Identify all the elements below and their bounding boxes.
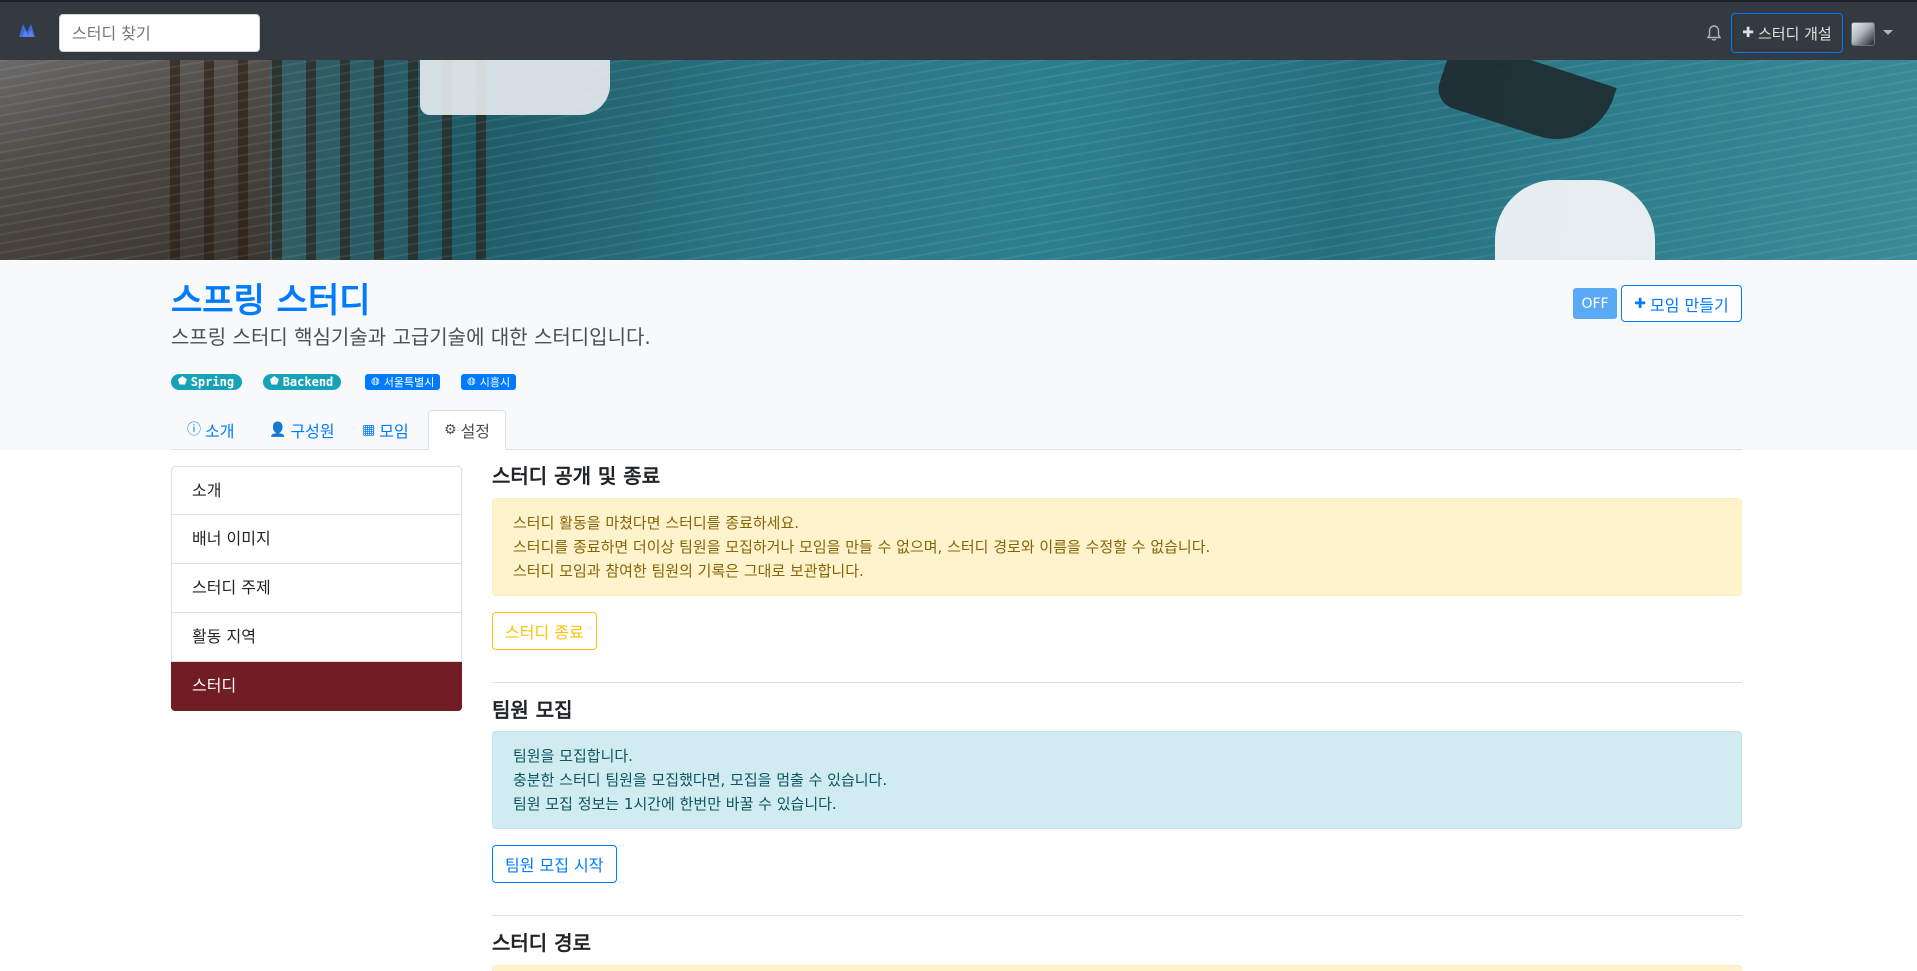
study-search-input[interactable] <box>59 14 260 52</box>
banner-boat <box>420 60 610 115</box>
create-meeting-button[interactable]: ✚ 모임 만들기 <box>1621 285 1742 322</box>
alert-line: 스터디 활동을 마쳤다면 스터디를 종료하세요. <box>513 514 800 532</box>
close-study-button[interactable]: 스터디 종료 <box>492 612 597 650</box>
settings-menu-item-study[interactable]: 스터디 <box>171 662 462 711</box>
zone-badge[interactable]: ◍ 서울특별시 <box>365 374 441 390</box>
banner-boat <box>1495 180 1655 260</box>
chevron-down-icon[interactable] <box>1883 30 1893 35</box>
plus-icon: ✚ <box>1742 25 1754 41</box>
bell-icon[interactable] <box>1706 24 1722 42</box>
alert-line: 스터디 모임과 참여한 팀원의 기록은 그대로 보관합니다. <box>513 562 864 580</box>
top-navbar: ✚ 스터디 개설 <box>0 0 1917 60</box>
create-meeting-label: 모임 만들기 <box>1650 295 1729 315</box>
zone-label: 서울특별시 <box>383 376 435 389</box>
page-title[interactable]: 스프링 스터디 <box>171 277 371 325</box>
alert-line: 팀원 모집 정보는 1시간에 한번만 바꿀 수 있습니다. <box>513 795 837 813</box>
brand-logo-icon[interactable] <box>18 22 38 38</box>
tag-label: Backend <box>282 375 334 389</box>
open-study-label: 스터디 개설 <box>1757 24 1832 43</box>
tab-intro[interactable]: ⓘ 소개 <box>172 410 249 450</box>
tab-label: 소개 <box>205 422 235 441</box>
zone-badge[interactable]: ◍ 시흥시 <box>461 374 517 390</box>
tag-icon: ⬟ <box>270 376 279 387</box>
tab-label: 설정 <box>460 422 491 441</box>
tab-members[interactable]: 👤 구성원 <box>254 410 350 450</box>
zone-label: 시흥시 <box>479 376 511 389</box>
tab-meetings[interactable]: ▦ 모임 <box>347 410 424 450</box>
study-description: 스프링 스터디 핵심기술과 고급기술에 대한 스터디입니다. <box>171 325 651 349</box>
alert-line: 충분한 스터디 팀원을 모집했다면, 모집을 멈출 수 있습니다. <box>513 771 888 789</box>
tag-badge[interactable]: ⬟ Backend <box>263 374 342 390</box>
globe-icon: ◍ <box>371 376 380 387</box>
settings-menu-item-intro[interactable]: 소개 <box>171 466 462 515</box>
gear-icon: ⚙ <box>444 422 457 438</box>
tag-icon: ⬟ <box>178 376 187 387</box>
globe-icon: ◍ <box>467 376 476 387</box>
settings-menu: 소개 배너 이미지 스터디 주제 활동 지역 스터디 <box>171 466 462 711</box>
settings-menu-item-banner[interactable]: 배너 이미지 <box>171 515 462 564</box>
tab-label: 구성원 <box>290 422 335 441</box>
section-title-close: 스터디 공개 및 종료 <box>492 464 661 488</box>
section-divider <box>492 915 1742 916</box>
path-warning-alert <box>492 965 1742 971</box>
settings-menu-item-topics[interactable]: 스터디 주제 <box>171 564 462 613</box>
open-study-button[interactable]: ✚ 스터디 개설 <box>1731 13 1843 53</box>
tag-label: Spring <box>190 375 235 389</box>
publish-status-badge[interactable]: OFF <box>1573 288 1617 319</box>
alert-line: 팀원을 모집합니다. <box>513 747 633 765</box>
section-title-path: 스터디 경로 <box>492 931 591 955</box>
tab-label: 모임 <box>379 422 409 441</box>
tag-badge[interactable]: ⬟ Spring <box>171 374 243 390</box>
avatar[interactable] <box>1851 22 1875 46</box>
section-divider <box>492 682 1742 683</box>
section-title-recruit: 팀원 모집 <box>492 698 573 722</box>
recruit-info-alert: 팀원을 모집합니다. 충분한 스터디 팀원을 모집했다면, 모집을 멈출 수 있… <box>492 731 1742 829</box>
settings-menu-item-zones[interactable]: 활동 지역 <box>171 613 462 662</box>
close-warning-alert: 스터디 활동을 마쳤다면 스터디를 종료하세요. 스터디를 종료하면 더이상 팀… <box>492 498 1742 596</box>
user-icon: 👤 <box>269 422 287 438</box>
plus-icon: ✚ <box>1634 295 1647 312</box>
alert-line: 스터디를 종료하면 더이상 팀원을 모집하거나 모임을 만들 수 없으며, 스터… <box>513 538 1211 556</box>
calendar-icon: ▦ <box>362 422 376 438</box>
study-banner-image <box>0 60 1917 260</box>
info-icon: ⓘ <box>187 422 201 438</box>
tab-settings[interactable]: ⚙ 설정 <box>428 410 507 450</box>
start-recruit-button[interactable]: 팀원 모집 시작 <box>492 845 617 883</box>
